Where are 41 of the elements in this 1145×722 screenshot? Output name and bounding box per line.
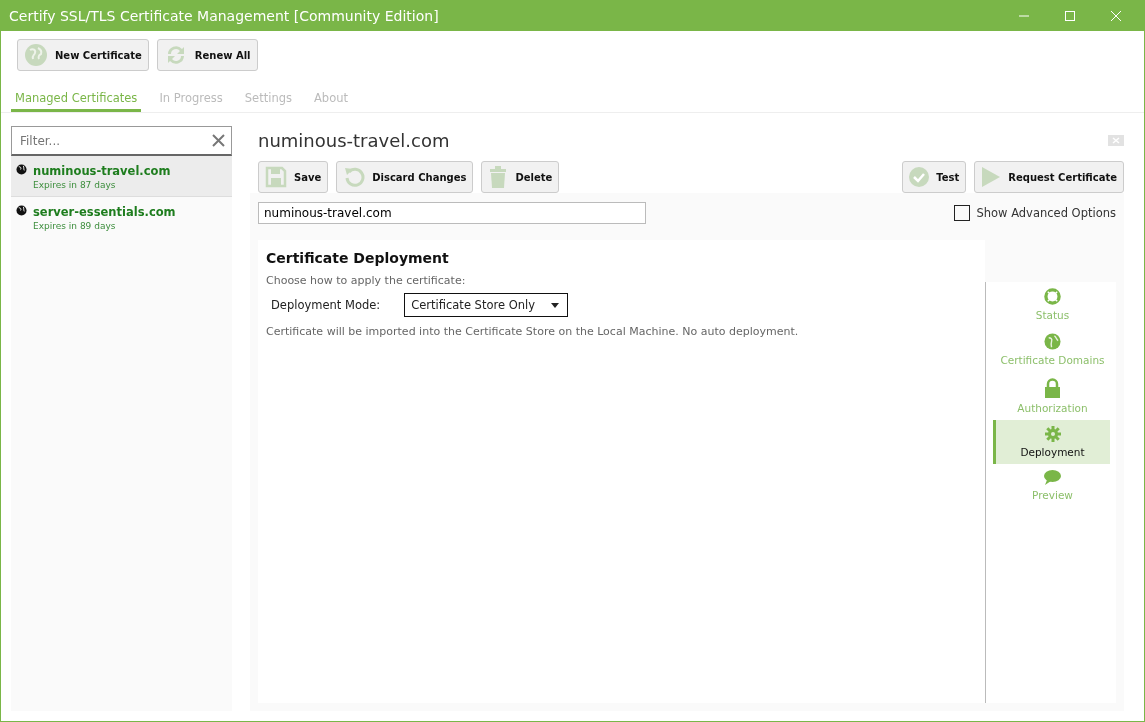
section-heading: Certificate Deployment [266,250,450,266]
speech-bubble-icon [1044,470,1061,485]
gear-icon [1044,426,1061,442]
new-certificate-button[interactable]: New Certificate [17,39,149,71]
certificate-name: server-essentials.com [33,205,176,219]
globe-icon [1044,333,1061,350]
section-nav-item[interactable]: Deployment [992,420,1110,464]
caret-icon [551,302,559,308]
globe-icon [16,205,27,216]
certificate-name-field[interactable]: numinous-travel.com [258,202,646,224]
trash-icon [488,166,509,188]
delete-button[interactable]: Delete [481,161,560,193]
deployment-mode-label: Deployment Mode: [271,298,381,312]
certificate-item[interactable]: server-essentials.com Expires in 89 days [11,197,232,237]
certificate-name: numinous-travel.com [33,164,171,178]
padlock-icon [1044,378,1061,398]
save-button[interactable]: Save [258,161,329,193]
filter-field[interactable]: Filter... [11,126,232,156]
maximize-icon[interactable] [1064,9,1076,22]
request-certificate-button[interactable]: Request Certificate [974,161,1124,193]
expiry-text: Expires in 87 days [33,180,117,190]
show-advanced-checkbox[interactable]: Show Advanced Options [954,205,1116,221]
window-title: Certify SSL/TLS Certificate Management [Community Edition] [9,7,439,24]
undo-icon [343,166,366,188]
certificate-item[interactable]: numinous-travel.com Expires in 87 days [11,156,232,197]
play-icon [981,166,1002,188]
instruction-text: Choose how to apply the certificate: [266,274,467,287]
lifebuoy-icon [1044,288,1061,305]
globe-icon [24,43,48,67]
expiry-text: Expires in 89 days [33,221,117,231]
clear-icon[interactable] [212,134,225,147]
discard-changes-button[interactable]: Discard Changes [336,161,474,193]
check-icon [909,167,930,187]
test-button[interactable]: Test [902,161,967,193]
close-icon[interactable] [1108,135,1124,146]
deployment-mode-dropdown[interactable]: Certificate Store Only [404,293,568,317]
certificate-title: numinous-travel.com [258,130,450,151]
globe-icon [16,164,27,175]
renew-all-button[interactable]: Renew All [156,39,258,71]
close-icon[interactable] [1110,9,1122,22]
deployment-note: Certificate will be imported into the Certificate Store on the Local Machine. No auto deployment. [266,325,800,338]
